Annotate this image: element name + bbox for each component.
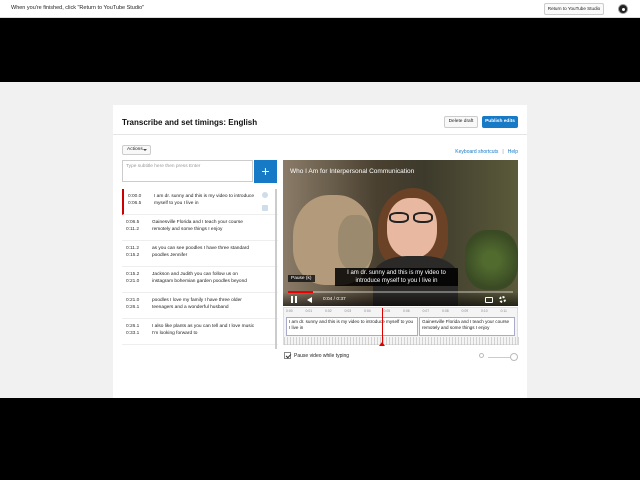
subtitle-row[interactable]: 0:26.1 0:33.1 I also like plants as you c… xyxy=(122,319,278,345)
captions-icon[interactable] xyxy=(485,297,493,303)
glasses-image xyxy=(389,212,435,224)
timeline-tick-label: 0:05 xyxy=(383,309,391,313)
help-links: Keyboard shortcuts | Help xyxy=(455,149,518,155)
subtitle-list: 0:00.0 0:06.5 I am dr. sunny and this is … xyxy=(122,189,278,349)
end-time[interactable]: 0:11.2 xyxy=(126,227,146,234)
editor-panel: Transcribe and set timings: English Dele… xyxy=(113,105,527,398)
subtitle-row[interactable]: 0:06.5 0:11.2 Gainesville Florida and I t… xyxy=(122,215,278,241)
instruction-text: When you're finished, click "Return to Y… xyxy=(11,5,145,11)
actions-label: Actions xyxy=(127,147,143,152)
return-to-studio-button[interactable]: Return to YouTube Studio xyxy=(544,3,604,15)
zoom-slider-handle[interactable] xyxy=(510,353,518,361)
subtitle-input[interactable]: Type subtitle here then press Enter xyxy=(122,160,253,182)
insert-icon[interactable] xyxy=(262,192,268,198)
subtitle-text[interactable]: as you can see poodles I have three stan… xyxy=(152,246,256,259)
volume-icon[interactable] xyxy=(307,297,312,303)
pause-icon[interactable] xyxy=(291,296,297,303)
timeline-ticks: 0:00 0:01 0:02 0:03 0:04 0:05 0:06 0:07 0:08 0:09… xyxy=(284,308,519,316)
subtitle-row[interactable]: 0:11.2 0:15.2 as you can see poodles I ha… xyxy=(122,241,278,267)
end-time[interactable]: 0:33.1 xyxy=(126,331,146,338)
video-time: 0:04 / 0:37 xyxy=(323,297,346,302)
timeline-tick-label: 0:09 xyxy=(461,309,469,313)
end-time[interactable]: 0:21.0 xyxy=(126,279,146,286)
publish-edits-button[interactable]: Publish edits xyxy=(482,116,518,128)
video-progress-bar[interactable] xyxy=(288,291,513,293)
subtitle-row[interactable]: 0:00.0 0:06.5 I am dr. sunny and this is … xyxy=(122,189,278,215)
end-time[interactable]: 0:26.1 xyxy=(126,305,146,312)
editor-frame: Transcribe and set timings: English Dele… xyxy=(0,82,640,398)
timeline-cursor[interactable] xyxy=(379,308,385,346)
timeline-tick-label: 0:00 xyxy=(286,309,293,313)
end-time[interactable]: 0:06.5 xyxy=(128,201,148,208)
audio-waveform xyxy=(284,337,519,345)
page-title: Transcribe and set timings: English xyxy=(122,118,258,127)
timeline-segment[interactable]: I am dr. sunny and this is my video to i… xyxy=(286,317,418,336)
keyboard-shortcuts-link[interactable]: Keyboard shortcuts xyxy=(455,149,498,155)
pause-while-typing-checkbox[interactable] xyxy=(284,352,291,359)
subtitle-text[interactable]: I am dr. sunny and this is my video to i… xyxy=(154,194,258,207)
timeline-tick-label: 0:08 xyxy=(442,309,449,313)
timeline[interactable]: 0:00 0:01 0:02 0:03 0:04 0:05 0:06 0:07 0:08 0:09… xyxy=(283,307,519,346)
timeline-tick-label: 0:03 xyxy=(344,309,352,313)
delete-icon[interactable] xyxy=(262,205,268,211)
video-player[interactable]: Who I Am for Interpersonal Communication… xyxy=(283,160,518,306)
subtitle-text[interactable]: I also like plants as you can tell and I… xyxy=(152,324,256,337)
video-caption: I am dr. sunny and this is my video to i… xyxy=(335,268,458,286)
subtitle-times: 0:15.2 0:21.0 xyxy=(126,272,146,285)
presenter-face xyxy=(387,198,437,258)
timeline-tick-label: 0:04 xyxy=(364,309,371,313)
video-title[interactable]: Who I Am for Interpersonal Communication xyxy=(290,168,414,175)
end-time[interactable]: 0:15.2 xyxy=(126,253,146,260)
subtitle-row[interactable]: 0:21.0 0:26.1 poodles I love my family I … xyxy=(122,293,278,319)
add-subtitle-button[interactable]: + xyxy=(254,160,277,183)
delete-draft-button[interactable]: Delete draft xyxy=(444,116,478,128)
subtitle-times: 0:00.0 0:06.5 xyxy=(128,194,148,207)
subtitle-row[interactable]: 0:15.2 0:21.0 Jackson and Judith you can … xyxy=(122,267,278,293)
timeline-tick-label: 0:11 xyxy=(500,309,507,313)
pause-while-typing-option[interactable]: Pause video while typing xyxy=(284,352,349,359)
subtitle-times: 0:26.1 0:33.1 xyxy=(126,324,146,337)
pause-tooltip: Pause (k) xyxy=(288,275,315,282)
subtitle-times: 0:21.0 0:26.1 xyxy=(126,298,146,311)
timeline-tick-label: 0:01 xyxy=(305,309,313,313)
plant-image xyxy=(465,230,518,290)
chevron-down-icon xyxy=(143,149,147,151)
timeline-segment[interactable]: Gainesville Florida and I teach your cou… xyxy=(419,317,515,336)
timeline-tick-label: 0:02 xyxy=(325,309,332,313)
subtitle-times: 0:11.2 0:15.2 xyxy=(126,246,146,259)
avatar[interactable] xyxy=(618,4,628,14)
help-link[interactable]: Help xyxy=(508,149,518,155)
teddy-bear-arm-image xyxy=(338,215,373,270)
zoom-icon xyxy=(479,353,484,358)
progress-fill xyxy=(288,291,313,293)
gear-icon[interactable] xyxy=(499,296,506,303)
subtitle-text[interactable]: Jackson and Judith you can follow us on … xyxy=(152,272,256,285)
video-controls xyxy=(283,292,518,306)
timeline-tick-label: 0:07 xyxy=(422,309,430,313)
divider xyxy=(113,134,527,135)
subtitle-text[interactable]: Gainesville Florida and I teach your cou… xyxy=(152,220,256,233)
actions-dropdown[interactable]: Actions xyxy=(122,145,151,155)
subtitle-list-scrollbar[interactable] xyxy=(275,189,277,349)
link-separator: | xyxy=(502,149,504,155)
subtitle-text[interactable]: poodles I love my family I have three ol… xyxy=(152,298,256,311)
pause-while-typing-label: Pause video while typing xyxy=(294,352,350,359)
subtitle-times: 0:06.5 0:11.2 xyxy=(126,220,146,233)
timeline-tick-label: 0:06 xyxy=(403,309,410,313)
timeline-tick-label: 0:10 xyxy=(481,309,488,313)
top-bar: When you're finished, click "Return to Y… xyxy=(0,0,640,18)
